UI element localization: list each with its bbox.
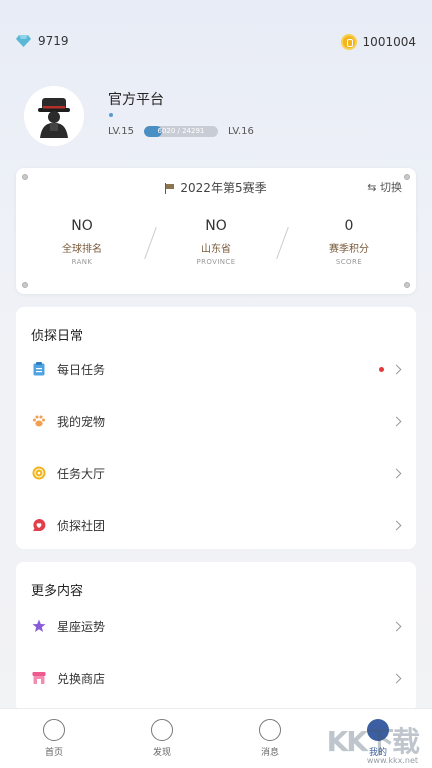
menu-item-label: 侦探社团 xyxy=(57,518,106,533)
season-card: 2022年第5赛季 ⇆ 切换 NO 全球排名 RANK NO 山东省 PROVI… xyxy=(16,168,416,294)
chevron-right-icon xyxy=(391,416,402,426)
coin-balance[interactable]: 1001004 xyxy=(340,34,416,50)
tab-messages[interactable]: 消息 xyxy=(240,719,300,758)
coin-task-icon xyxy=(32,466,46,480)
menu-item-horoscope[interactable]: 星座运势 xyxy=(16,600,416,652)
switch-season-button[interactable]: ⇆ 切换 xyxy=(367,179,402,195)
stat-sublabel: PROVINCE xyxy=(196,258,236,266)
stat-province: NO 山东省 PROVINCE xyxy=(156,218,276,266)
diamond-balance[interactable]: 9719 xyxy=(16,34,69,48)
season-title-text: 2022年第5赛季 xyxy=(180,181,267,195)
xp-progress-bar: 6020 / 24291 xyxy=(143,126,218,137)
watermark-logo: KK下载 xyxy=(326,725,420,758)
season-title: 2022年第5赛季 xyxy=(16,179,416,196)
paw-icon xyxy=(33,415,45,427)
stat-value: NO xyxy=(71,218,93,234)
compass-icon xyxy=(151,719,173,741)
menu-item-my-pets[interactable]: 我的宠物 xyxy=(16,395,416,447)
online-indicator xyxy=(109,113,113,117)
chevron-right-icon xyxy=(391,364,402,374)
menu-item-label: 我的宠物 xyxy=(57,414,106,429)
menu-item-daily-tasks[interactable]: 每日任务 xyxy=(16,343,416,395)
tab-home[interactable]: 首页 xyxy=(24,719,84,758)
screw-decoration xyxy=(404,282,410,288)
notification-dot xyxy=(379,366,384,372)
shop-icon xyxy=(32,672,46,684)
menu-item-label: 每日任务 xyxy=(57,362,106,377)
screw-decoration xyxy=(22,282,28,288)
daily-section: 侦探日常 每日任务 我的宠物 任务大厅 侦探社团 xyxy=(16,307,416,549)
stat-label: 山东省 xyxy=(201,244,231,255)
tab-label: 消息 xyxy=(260,748,279,758)
level-next: LV.16 xyxy=(227,126,254,137)
watermark-url: www.kkx.net xyxy=(366,756,418,765)
level-row: LV.15 6020 / 24291 LV.16 xyxy=(108,126,254,137)
star-icon xyxy=(32,619,46,632)
profile-header: 官方平台 LV.15 6020 / 24291 LV.16 xyxy=(24,86,408,148)
bottom-tab-bar: 首页 发现 消息 我的 KK下载 www.kkx.net xyxy=(0,708,432,768)
menu-item-label: 兑换商店 xyxy=(57,671,106,686)
stat-label: 赛季积分 xyxy=(329,244,369,255)
stat-divider xyxy=(144,226,157,260)
home-chat-icon xyxy=(43,719,65,741)
chevron-right-icon xyxy=(391,621,402,631)
heart-chat-icon xyxy=(33,519,46,532)
user-name: 官方平台 xyxy=(108,92,164,108)
clipboard-icon xyxy=(33,362,45,376)
menu-item-label: 星座运势 xyxy=(57,619,106,634)
stat-value: 0 xyxy=(344,218,354,234)
stat-score: 0 赛季积分 SCORE xyxy=(289,218,409,266)
stat-sublabel: RANK xyxy=(71,258,93,266)
currency-bar: 9719 1001004 xyxy=(16,34,416,56)
tab-discover[interactable]: 发现 xyxy=(132,719,192,758)
menu-item-exchange-shop[interactable]: 兑换商店 xyxy=(16,652,416,704)
switch-label: 切换 xyxy=(380,181,402,194)
message-icon xyxy=(259,719,281,741)
stat-divider xyxy=(276,226,289,260)
section-title: 侦探日常 xyxy=(31,329,84,344)
section-title: 更多内容 xyxy=(31,584,84,599)
flag-icon xyxy=(165,183,175,194)
stat-sublabel: SCORE xyxy=(335,258,363,266)
xp-progress-text: 6020 / 24291 xyxy=(157,127,205,135)
diamond-count: 9719 xyxy=(38,34,69,48)
level-current: LV.15 xyxy=(108,126,134,137)
coin-count: 1001004 xyxy=(362,35,416,49)
diamond-icon xyxy=(16,35,31,47)
chevron-right-icon xyxy=(391,468,402,478)
menu-item-task-hall[interactable]: 任务大厅 xyxy=(16,447,416,499)
coin-icon xyxy=(340,34,357,50)
chevron-right-icon xyxy=(391,673,402,683)
avatar[interactable] xyxy=(24,86,84,146)
switch-arrows-icon: ⇆ xyxy=(367,181,377,194)
chevron-right-icon xyxy=(391,520,402,530)
stat-value: NO xyxy=(205,218,227,234)
stat-label: 全球排名 xyxy=(62,244,102,255)
menu-item-detective-club[interactable]: 侦探社团 xyxy=(16,499,416,551)
tab-label: 首页 xyxy=(44,748,63,758)
tab-label: 发现 xyxy=(152,748,171,758)
more-section: 更多内容 星座运势 兑换商店 xyxy=(16,562,416,712)
stat-rank: NO 全球排名 RANK xyxy=(22,218,142,266)
menu-item-label: 任务大厅 xyxy=(57,466,106,481)
detective-avatar-icon xyxy=(24,86,84,146)
